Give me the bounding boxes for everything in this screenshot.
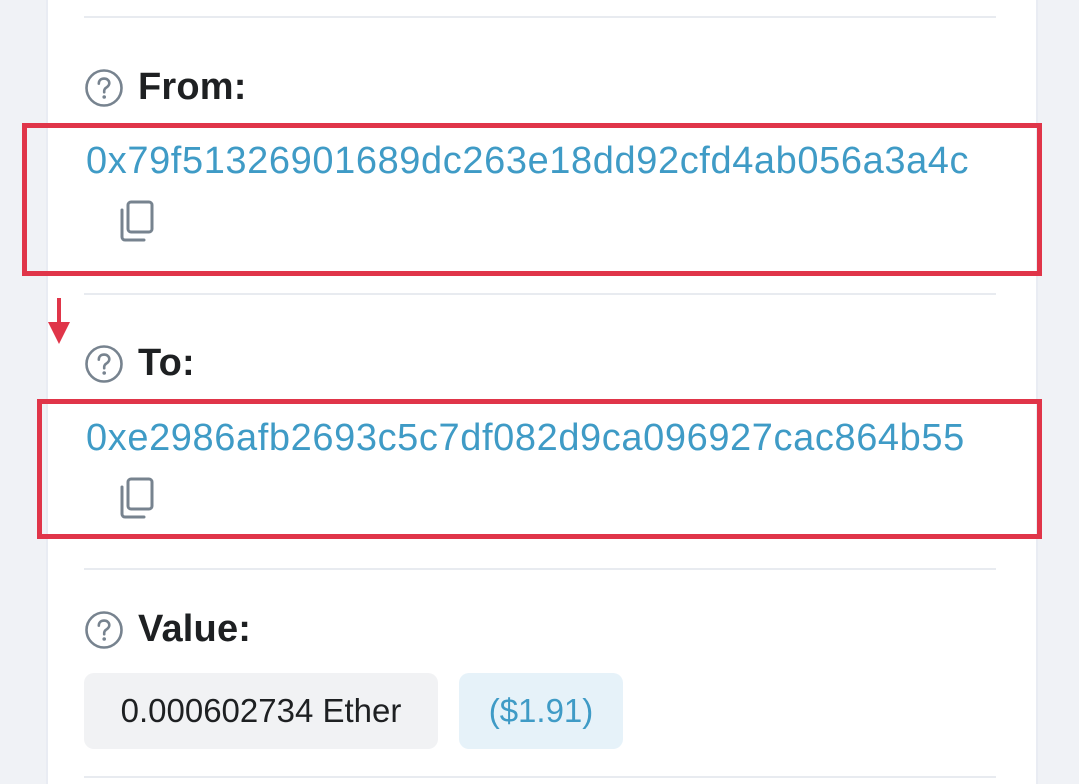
divider <box>84 16 996 18</box>
divider <box>84 293 996 295</box>
ether-amount-badge: 0.000602734 Ether <box>84 673 438 749</box>
from-highlight-box <box>22 123 1042 276</box>
to-label: To: <box>138 342 195 384</box>
from-label: From: <box>138 66 247 108</box>
divider <box>84 568 996 570</box>
transaction-details-page: From: 0x79f51326901689dc263e18dd92cfd4ab… <box>0 0 1079 784</box>
divider <box>84 776 996 778</box>
help-circle-icon[interactable] <box>84 344 124 384</box>
to-highlight-box <box>37 399 1042 539</box>
value-label: Value: <box>138 608 252 650</box>
help-circle-icon[interactable] <box>84 68 124 108</box>
from-label-row: From: <box>84 66 247 109</box>
to-label-row: To: <box>84 342 195 385</box>
details-card <box>46 0 1038 784</box>
value-label-row: Value: <box>84 608 251 651</box>
help-circle-icon[interactable] <box>84 610 124 650</box>
usd-value-badge: ($1.91) <box>459 673 623 749</box>
arrow-down-icon <box>48 298 70 344</box>
